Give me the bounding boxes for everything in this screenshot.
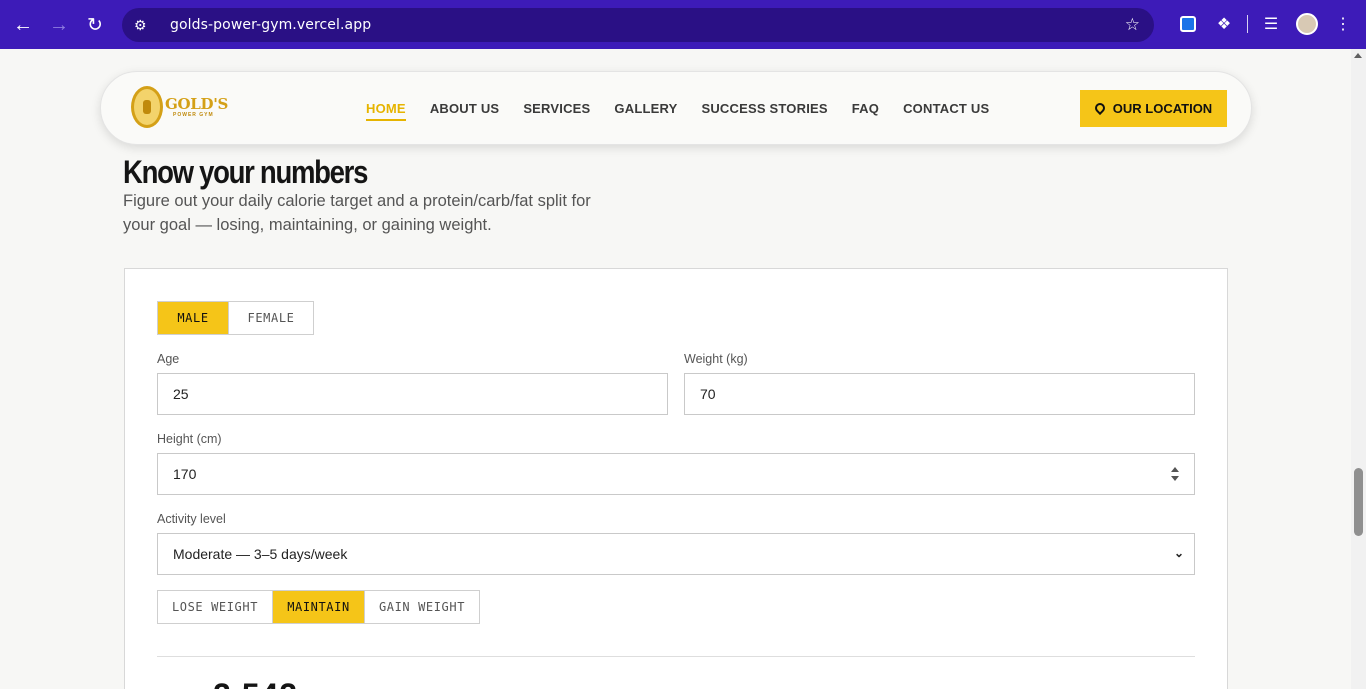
age-label: Age [157, 352, 180, 366]
nav-success-stories[interactable]: SUCCESS STORIES [701, 101, 827, 121]
nav-gallery[interactable]: GALLERY [614, 101, 677, 121]
scrollbar-thumb[interactable] [1354, 468, 1363, 536]
reload-icon[interactable]: ↻ [77, 7, 113, 43]
sex-option-male[interactable]: MALE [158, 302, 228, 334]
goal-option-maintain[interactable]: MAINTAIN [272, 591, 364, 623]
main-menu: HOME ABOUT US SERVICES GALLERY SUCCESS S… [366, 101, 989, 121]
activity-label: Activity level [157, 512, 226, 526]
back-icon[interactable]: ← [5, 7, 41, 43]
results-divider [157, 656, 1195, 657]
goal-option-lose-weight[interactable]: LOSE WEIGHT [158, 591, 272, 623]
goal-toggle: LOSE WEIGHT MAINTAIN GAIN WEIGHT [157, 590, 480, 624]
logo-tagline: POWER GYM [173, 111, 214, 118]
site-info-icon[interactable]: ⚙ [134, 17, 156, 34]
age-input[interactable]: 25 [157, 373, 668, 415]
scroll-up-arrow-icon[interactable] [1354, 53, 1362, 58]
forward-icon[interactable]: → [41, 7, 77, 43]
page-scrollbar[interactable] [1351, 49, 1366, 689]
weight-label: Weight (kg) [684, 352, 748, 366]
our-location-button[interactable]: OUR LOCATION [1080, 90, 1227, 127]
nav-about-us[interactable]: ABOUT US [430, 101, 500, 121]
nav-home[interactable]: HOME [366, 101, 406, 121]
height-label: Height (cm) [157, 432, 222, 446]
goal-option-gain-weight[interactable]: GAIN WEIGHT [364, 591, 479, 623]
page-title: Know your numbers [123, 154, 368, 190]
site-logo[interactable]: GOLD'S POWER GYM [131, 86, 228, 128]
url-text[interactable]: golds-power-gym.vercel.app [170, 17, 371, 33]
height-value: 170 [173, 466, 197, 482]
toolbar-divider [1247, 15, 1248, 33]
height-input[interactable]: 170 [157, 453, 1195, 495]
nav-contact-us[interactable]: CONTACT US [903, 101, 989, 121]
bookmark-star-icon[interactable]: ☆ [1125, 15, 1140, 35]
extension-icon[interactable] [1175, 9, 1201, 39]
profile-avatar[interactable] [1294, 9, 1320, 39]
address-bar[interactable]: ⚙ golds-power-gym.vercel.app ☆ [122, 8, 1154, 42]
calorie-calculator-card: MALE FEMALE Age 25 Weight (kg) 70 Height… [124, 268, 1228, 689]
weight-value: 70 [700, 386, 716, 402]
chevron-down-icon: ⌄ [1173, 546, 1184, 560]
weight-input[interactable]: 70 [684, 373, 1195, 415]
site-navbar: GOLD'S POWER GYM HOME ABOUT US SERVICES … [100, 71, 1252, 145]
nav-faq[interactable]: FAQ [852, 101, 879, 121]
age-value: 25 [173, 386, 189, 402]
logo-seal-icon [131, 86, 163, 128]
media-queue-icon[interactable]: ☰ [1258, 9, 1284, 39]
logo-wordmark: GOLD'S [165, 94, 229, 113]
sex-option-female[interactable]: FEMALE [228, 302, 313, 334]
browser-menu-icon[interactable]: ⋮ [1330, 9, 1356, 39]
activity-select[interactable]: Moderate — 3–5 days/week ⌄ [157, 533, 1195, 575]
page-subtitle: Figure out your daily calorie target and… [123, 192, 591, 234]
browser-toolbar: ← → ↻ ⚙ golds-power-gym.vercel.app ☆ ❖ ☰… [0, 0, 1366, 49]
number-stepper-icon[interactable] [1170, 467, 1180, 483]
activity-value: Moderate — 3–5 days/week [173, 546, 348, 562]
extensions-puzzle-icon[interactable]: ❖ [1211, 9, 1237, 39]
sex-toggle: MALE FEMALE [157, 301, 314, 335]
calorie-result-value: 2,542 [213, 677, 298, 689]
our-location-label: OUR LOCATION [1112, 101, 1213, 116]
map-pin-icon [1095, 103, 1105, 115]
nav-services[interactable]: SERVICES [523, 101, 590, 121]
